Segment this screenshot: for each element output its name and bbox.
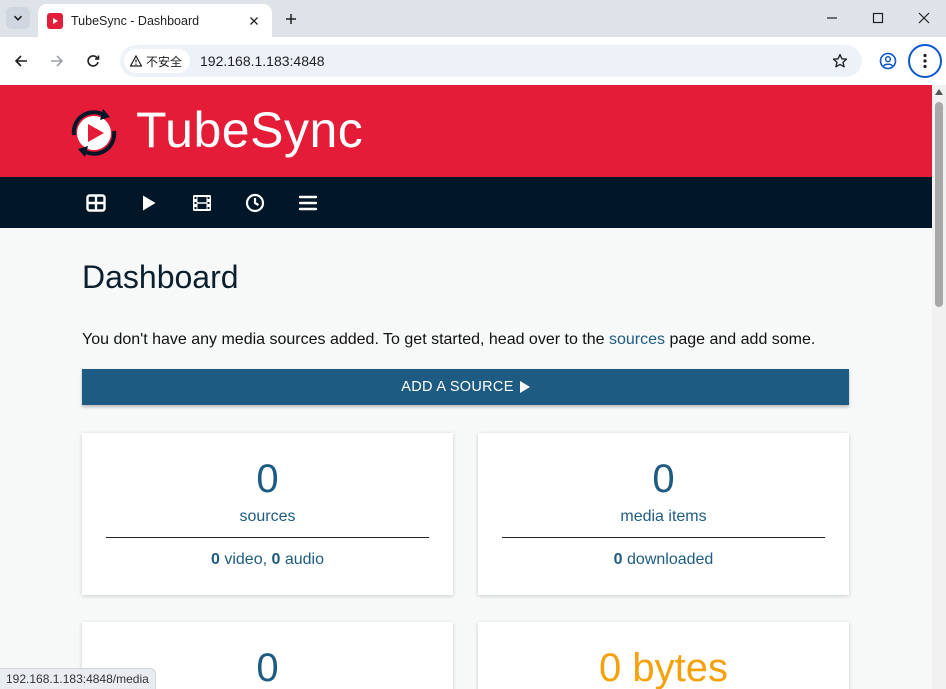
nav-menu[interactable] xyxy=(296,191,320,215)
list-icon xyxy=(298,195,318,211)
bookmark-button[interactable] xyxy=(829,50,851,72)
arrow-left-icon xyxy=(14,55,27,67)
play-icon xyxy=(519,381,530,393)
add-source-button[interactable]: ADD A SOURCE xyxy=(82,369,849,405)
site-header: TubeSync xyxy=(0,85,932,177)
play-icon xyxy=(143,195,156,211)
media-items-card[interactable]: 0 media items 0 downloaded xyxy=(478,433,849,595)
nav-sources[interactable] xyxy=(137,191,161,215)
arrow-right-icon xyxy=(51,55,64,67)
security-label: 不安全 xyxy=(146,54,183,69)
grid-icon xyxy=(86,194,106,212)
plus-icon xyxy=(286,14,296,24)
maximize-button[interactable] xyxy=(856,4,900,32)
star-icon xyxy=(832,53,848,68)
close-tab-icon[interactable] xyxy=(246,13,262,29)
more-vertical-icon xyxy=(923,53,927,69)
maximize-icon xyxy=(872,12,884,24)
browser-tab[interactable]: TubeSync - Dashboard xyxy=(38,4,272,37)
card-divider xyxy=(106,537,429,538)
downloaded-label: downloaded xyxy=(622,551,714,568)
chevron-down-icon xyxy=(13,15,23,21)
back-button[interactable] xyxy=(8,48,34,74)
intro-text: You don't have any media sources added. … xyxy=(82,331,815,349)
link-status-bubble: 192.168.1.183:4848/media xyxy=(0,668,156,689)
tab-search-button[interactable] xyxy=(6,7,30,29)
tubesync-favicon-icon xyxy=(47,12,63,29)
sources-detail: 0 video, 0 audio xyxy=(82,551,453,569)
nav-tasks[interactable] xyxy=(243,191,267,215)
tab-title: TubeSync - Dashboard xyxy=(71,13,200,28)
tab-strip: TubeSync - Dashboard xyxy=(0,0,946,37)
reload-icon xyxy=(87,55,100,67)
nav-dashboard[interactable] xyxy=(84,191,108,215)
media-items-label: media items xyxy=(620,508,707,525)
security-indicator[interactable]: 不安全 xyxy=(124,49,190,73)
minimize-icon xyxy=(827,17,837,19)
page-scrollbar[interactable] xyxy=(932,85,946,689)
downloaded-detail: 0 downloaded xyxy=(478,551,849,569)
page-viewport: TubeSync Dashboard You don't have any me… xyxy=(0,85,932,689)
audio-label: audio xyxy=(280,551,324,568)
tubesync-logo-icon[interactable] xyxy=(66,105,122,161)
film-icon xyxy=(193,195,211,211)
site-nav xyxy=(0,177,932,228)
downloaded-count: 0 xyxy=(613,551,623,568)
new-tab-button[interactable] xyxy=(280,9,302,29)
brand-name[interactable]: TubeSync xyxy=(136,101,363,159)
url-text[interactable]: 192.168.1.183:4848 xyxy=(200,53,325,69)
video-count: 0 xyxy=(211,551,220,568)
nav-media[interactable] xyxy=(190,191,214,215)
browser-menu-button[interactable] xyxy=(908,44,942,78)
video-label: video, xyxy=(219,551,272,568)
sources-count: 0 xyxy=(256,457,279,501)
page-title: Dashboard xyxy=(82,259,239,295)
forward-button[interactable] xyxy=(44,48,70,74)
card-divider xyxy=(502,537,825,538)
account-icon xyxy=(879,52,897,70)
sources-card[interactable]: 0 sources 0 video, 0 audio xyxy=(82,433,453,595)
reload-button[interactable] xyxy=(80,48,106,74)
close-icon xyxy=(918,12,930,24)
add-source-label: ADD A SOURCE xyxy=(401,379,514,395)
storage-card[interactable]: 0 bytes xyxy=(478,622,849,689)
sources-link[interactable]: sources xyxy=(609,331,665,348)
intro-text-before: You don't have any media sources added. … xyxy=(82,331,609,348)
close-window-button[interactable] xyxy=(902,4,946,32)
intro-text-after: page and add some. xyxy=(665,331,816,348)
storage-size: 0 bytes xyxy=(599,646,728,689)
minimize-button[interactable] xyxy=(810,4,854,32)
media-items-count: 0 xyxy=(652,457,675,501)
scrollbar-thumb[interactable] xyxy=(935,102,943,307)
profile-button[interactable] xyxy=(877,50,899,72)
scroll-up-arrow-icon[interactable] xyxy=(935,89,943,95)
warning-icon xyxy=(130,55,142,67)
clock-icon xyxy=(245,193,265,213)
sources-label: sources xyxy=(239,508,296,525)
